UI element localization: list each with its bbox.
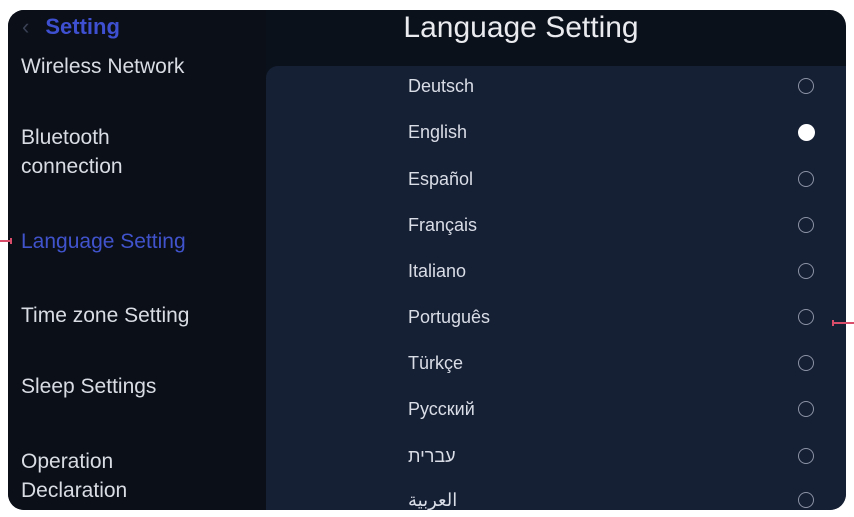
sidebar-item-operation-declaration[interactable]: Operation Declaration <box>21 447 127 505</box>
language-label: العربية <box>408 490 458 510</box>
radio-button-selected-icon[interactable] <box>798 124 815 141</box>
language-label: Português <box>408 307 491 327</box>
language-row[interactable]: Italiano <box>266 251 846 291</box>
language-label: Español <box>408 169 474 189</box>
language-row[interactable]: Deutsch <box>266 66 846 106</box>
radio-button-icon[interactable] <box>798 492 814 508</box>
language-label: Русский <box>408 399 475 419</box>
sidebar-item-language-setting[interactable]: Language Setting <box>21 227 186 256</box>
language-label: Türkçe <box>408 353 464 373</box>
chevron-left-icon: ‹ <box>22 14 30 39</box>
settings-window: ‹ Setting Wireless Network Bluetooth con… <box>8 10 846 510</box>
sidebar-item-time-zone-setting[interactable]: Time zone Setting <box>21 301 189 330</box>
language-label: Deutsch <box>408 76 475 96</box>
radio-button-icon[interactable] <box>798 448 814 464</box>
sidebar-item-wireless-network[interactable]: Wireless Network <box>21 52 184 81</box>
annotation-pointer-left <box>0 238 12 244</box>
sidebar: ‹ Setting Wireless Network Bluetooth con… <box>8 10 266 510</box>
language-label: Français <box>408 215 478 235</box>
language-row[interactable]: English <box>266 112 846 152</box>
language-label: English <box>408 122 468 142</box>
radio-button-icon[interactable] <box>798 171 814 187</box>
back-label: Setting <box>45 14 120 39</box>
language-row[interactable]: Português <box>266 297 846 337</box>
back-button[interactable]: ‹ Setting <box>22 14 120 40</box>
language-label: עברית <box>408 446 456 466</box>
radio-button-icon[interactable] <box>798 217 814 233</box>
sidebar-item-bluetooth-connection[interactable]: Bluetooth connection <box>21 123 123 181</box>
language-row[interactable]: Türkçe <box>266 343 846 383</box>
language-row[interactable]: Русский <box>266 389 846 429</box>
language-row[interactable]: עברית <box>266 436 846 476</box>
annotation-pointer-right <box>832 320 854 326</box>
language-list: Deutsch English Español Français Italian… <box>266 66 846 510</box>
radio-button-icon[interactable] <box>798 78 814 94</box>
language-row[interactable]: Français <box>266 205 846 245</box>
page-title: Language Setting <box>403 11 639 44</box>
radio-button-icon[interactable] <box>798 355 814 371</box>
language-row[interactable]: العربية <box>266 480 846 510</box>
sidebar-item-sleep-settings[interactable]: Sleep Settings <box>21 372 156 401</box>
radio-button-icon[interactable] <box>798 309 814 325</box>
language-row[interactable]: Español <box>266 159 846 199</box>
language-label: Italiano <box>408 261 467 281</box>
radio-button-icon[interactable] <box>798 401 814 417</box>
radio-button-icon[interactable] <box>798 263 814 279</box>
